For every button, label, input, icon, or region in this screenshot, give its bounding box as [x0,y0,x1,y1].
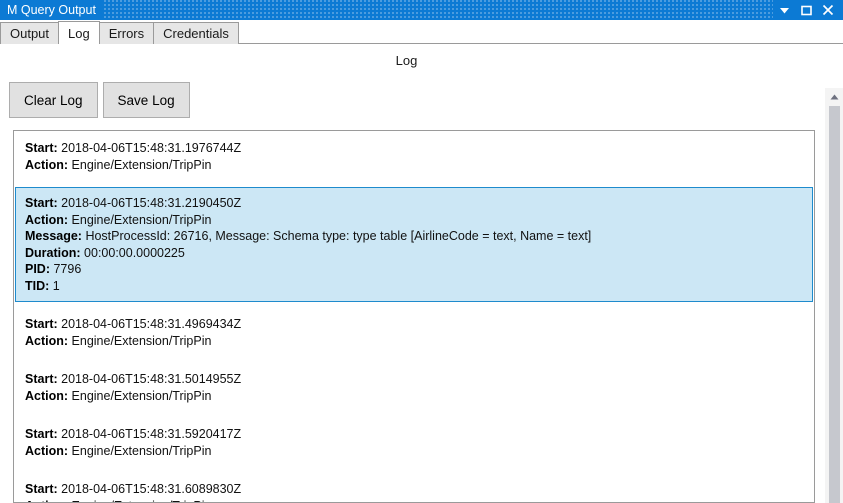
log-line-label: Message: [25,229,82,243]
log-line-label: Start: [25,482,58,496]
log-line: Action: Engine/Extension/TripPin [25,388,804,405]
log-line-value: 2018-04-06T15:48:31.1976744Z [57,141,242,155]
window-controls [773,0,843,20]
save-log-button[interactable]: Save Log [102,82,190,118]
log-line-value: Engine/Extension/TripPin [68,499,212,503]
log-line-value: Engine/Extension/TripPin [68,157,212,172]
log-line-label: Action: [25,212,69,227]
log-line-label: Start: [25,427,58,441]
log-toolbar: Clear Log Save Log [0,70,843,118]
log-line-value: Engine/Extension/TripPin [68,333,212,348]
log-line: Message: HostProcessId: 26716, Message: … [25,228,804,245]
window-title: M Query Output [0,0,102,20]
tab-output[interactable]: Output [0,22,60,44]
log-line-value: 2018-04-06T15:48:31.5920417Z [57,427,242,441]
close-icon[interactable] [817,0,839,20]
tab-credentials[interactable]: Credentials [153,22,239,44]
log-list-container[interactable]: Start: 2018-04-06T15:48:31.1976744Z Actio… [13,130,815,503]
log-line: TID: 1 [25,278,804,295]
log-entry[interactable]: Start: 2018-04-06T15:48:31.4969434Z Actio… [15,308,813,357]
log-line-value: HostProcessId: 26716, Message: Schema ty… [81,229,592,243]
log-line-label: TID: [25,278,50,293]
scrollbar-track[interactable] [825,105,843,503]
tab-log[interactable]: Log [58,21,100,44]
scroll-up-icon[interactable] [824,88,843,105]
log-line-value: 2018-04-06T15:48:31.2190450Z [57,196,242,210]
title-bar: M Query Output [0,0,843,20]
log-line-value: 00:00:00.0000225 [80,245,185,260]
tab-bar: Output Log Errors Credentials [0,20,843,44]
clear-log-button[interactable]: Clear Log [9,82,98,118]
log-line-label: Start: [25,372,58,386]
log-line-value: 1 [49,278,60,293]
log-line-label: Action: [25,333,69,348]
log-entry[interactable]: Start: 2018-04-06T15:48:31.5014955Z Actio… [15,363,813,412]
log-line: Action: Engine/Extension/TripPin [25,498,804,503]
log-line: PID: 7796 [25,261,804,278]
log-line-value: Engine/Extension/TripPin [68,443,212,458]
log-pane: Log Clear Log Save Log Start: 2018-04-06… [0,44,843,503]
log-line: Start: 2018-04-06T15:48:31.4969434Z [25,316,804,333]
log-line: Start: 2018-04-06T15:48:31.5014955Z [25,371,804,388]
log-line-value: Engine/Extension/TripPin [68,388,212,403]
minimize-icon[interactable] [773,0,795,20]
log-entry[interactable]: Start: 2018-04-06T15:48:31.6089830ZActio… [15,473,813,503]
page-title: Log [395,53,418,68]
log-line: Start: 2018-04-06T15:48:31.5920417Z [25,426,804,443]
log-line: Start: 2018-04-06T15:48:31.2190450Z [25,195,804,212]
log-line-value: 2018-04-06T15:48:31.5014955Z [57,372,242,386]
tab-errors[interactable]: Errors [98,22,155,44]
log-line-label: Action: [25,499,68,503]
tab-credentials-label: Credentials [163,26,229,41]
log-line: Action: Engine/Extension/TripPin [25,157,804,174]
log-list: Start: 2018-04-06T15:48:31.1976744Z Actio… [15,132,813,503]
log-line-label: Start: [25,141,58,155]
log-line-label: Action: [25,388,69,403]
scrollbar-thumb[interactable] [828,106,840,503]
log-line: Action: Engine/Extension/TripPin [25,212,804,229]
tab-output-label: Output [10,26,50,41]
log-line-label: Action: [25,157,69,172]
log-entry[interactable]: Start: 2018-04-06T15:48:31.2190450Z Actio… [15,187,813,302]
app-window: M Query Output Output Log Errors Credent… [0,0,843,503]
log-line-label: Action: [25,443,69,458]
log-line-label: Start: [25,196,58,210]
log-line: Duration: 00:00:00.0000225 [25,245,804,262]
log-line: Action: Engine/Extension/TripPin [25,333,804,350]
log-line-value: 2018-04-06T15:48:31.4969434Z [57,317,242,331]
log-line-value: 7796 [50,262,82,276]
log-line: Start: 2018-04-06T15:48:31.1976744Z [25,140,804,157]
log-line: Action: Engine/Extension/TripPin [25,443,804,460]
log-line-value: Engine/Extension/TripPin [68,212,212,227]
log-line-value: 2018-04-06T15:48:31.6089830Z [57,482,242,496]
maximize-icon[interactable] [795,0,817,20]
log-line-label: Duration: [25,245,81,260]
log-line-label: Start: [25,317,58,331]
log-entry[interactable]: Start: 2018-04-06T15:48:31.1976744Z Actio… [15,132,813,181]
tab-log-label: Log [68,25,90,41]
log-entry[interactable]: Start: 2018-04-06T15:48:31.5920417Z Actio… [15,418,813,467]
log-line-label: PID: [25,262,50,276]
tab-errors-label: Errors [108,26,145,41]
log-line: Start: 2018-04-06T15:48:31.6089830Z [25,481,804,498]
vertical-scrollbar[interactable] [824,88,843,503]
